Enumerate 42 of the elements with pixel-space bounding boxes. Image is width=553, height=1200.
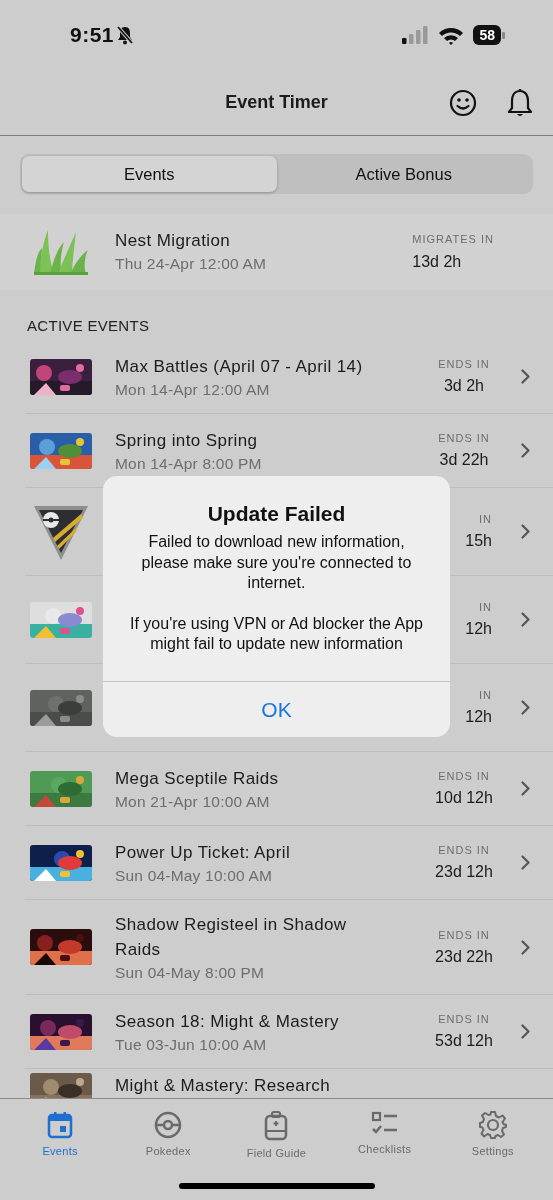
event-title: Season 18: Might & Mastery: [115, 1011, 340, 1033]
countdown-label: ENDS IN: [437, 432, 491, 444]
event-date: Mon 14-Apr 12:00 AM: [115, 381, 271, 399]
event-title: Nest Migration: [115, 231, 232, 251]
event-title: Max Battles (April 07 - April 14): [115, 356, 364, 378]
event-date: Tue 03-Jun 10:00 AM: [115, 1036, 268, 1054]
countdown-value: 3d 22h: [438, 451, 490, 469]
countdown-value: 10d 12h: [434, 789, 494, 807]
event-title: Spring into Spring: [115, 430, 259, 452]
event-title: Might & Mastery: Research: [115, 1075, 331, 1097]
countdown-value: 12h: [464, 620, 492, 638]
countdown-label: ENDS IN: [437, 358, 491, 370]
countdown-value: 53d 12h: [434, 1032, 494, 1050]
countdown-value: 13d 2h: [412, 253, 463, 271]
countdown-value: 23d 22h: [434, 947, 494, 966]
event-date: Mon 14-Apr 8:00 PM: [115, 455, 263, 473]
event-date: Sun 04-May 10:00 AM: [115, 867, 274, 885]
countdown-label: ENDS IN: [437, 928, 491, 941]
countdown-value: 12h: [464, 708, 492, 726]
screen-title: Event Timer: [225, 92, 328, 112]
countdown-label: MIGRATES IN: [412, 233, 494, 245]
event-title: Shadow Registeel in Shadow Raids: [115, 914, 348, 961]
alert-note: If you're using VPN or Ad blocker the App might fail to update new information: [129, 613, 424, 654]
countdown-value: 23d 12h: [434, 863, 494, 881]
countdown-label: IN: [478, 601, 492, 613]
event-date: Thu 24-Apr 12:00 AM: [115, 255, 268, 273]
countdown-label: ENDS IN: [437, 844, 491, 856]
clock-time: 9:51: [70, 23, 115, 47]
event-date: Mon 21-Apr 10:00 AM: [115, 793, 271, 811]
event-date: Sun 04-May 8:00 PM: [115, 964, 266, 982]
countdown-value: 3d 2h: [442, 377, 485, 395]
countdown-value: 15h: [464, 532, 492, 550]
alert-message: Failed to download new information, please make sure you're connected to internet.: [140, 532, 413, 593]
battery-level: 58: [473, 25, 501, 45]
countdown-label: IN: [478, 689, 492, 701]
section-header: ACTIVE EVENTS: [27, 317, 150, 334]
event-title: Mega Sceptile Raids: [115, 768, 280, 790]
alert-title: Update Failed: [206, 502, 347, 526]
countdown-label: ENDS IN: [437, 1013, 491, 1025]
countdown-label: IN: [478, 513, 492, 525]
countdown-label: ENDS IN: [437, 770, 491, 782]
event-title: Power Up Ticket: April: [115, 842, 292, 864]
